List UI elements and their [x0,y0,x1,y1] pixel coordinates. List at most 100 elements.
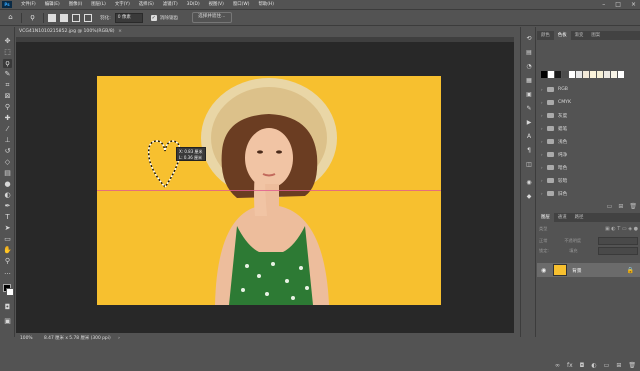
character-icon[interactable]: A [525,133,533,141]
subtract-selection-icon[interactable] [72,13,80,22]
menu-edit[interactable]: 编辑(E) [45,1,60,7]
background-color-swatch[interactable] [6,288,14,296]
select-and-mask-button[interactable]: 选择并遮住... [192,12,232,23]
paragraph-icon[interactable]: ¶ [525,147,533,155]
color-swatch[interactable] [611,71,617,78]
layer-kind-filter[interactable]: 类型 [539,226,547,232]
new-group-folder-icon[interactable]: ▭ [607,203,613,210]
menu-file[interactable]: 文件(F) [21,1,36,7]
layer-row-background[interactable]: ◉ 背景 🔒 [537,263,640,277]
tab-channels[interactable]: 通道 [554,213,571,222]
delete-layer-icon[interactable]: 🗑 [628,362,636,369]
home-icon[interactable]: ⌂ [6,13,15,22]
rectangle-tool-icon[interactable]: ▭ [3,235,12,244]
color-swatch[interactable] [541,71,547,78]
crop-tool-icon[interactable]: ⌗ [3,81,12,90]
swatch-group-light[interactable]: › 浅色 [541,137,636,146]
menu-window[interactable]: 窗口(W) [233,1,250,7]
actions-icon[interactable]: ▶ [525,119,533,127]
tab-swatches[interactable]: 色板 [553,31,571,40]
frame-tool-icon[interactable]: ⊠ [3,92,12,101]
blend-mode-select[interactable]: 正常 [539,238,547,244]
swatch-group-cmyk[interactable]: › CMYK [541,98,636,107]
tab-layers[interactable]: 图层 [537,213,554,222]
eyedropper-tool-icon[interactable]: ⚲ [3,103,12,112]
tab-paths[interactable]: 路径 [571,213,588,222]
color-swatch[interactable] [604,71,610,78]
menu-filter[interactable]: 滤镜(T) [163,1,178,7]
healing-brush-icon[interactable]: ✚ [3,114,12,123]
tab-gradients[interactable]: 渐变 [571,31,588,40]
swatch-group-grayscale[interactable]: › 灰度 [541,111,636,120]
history-brush-icon[interactable]: ↺ [3,147,12,156]
lasso-selection-path[interactable] [145,135,185,191]
quick-mask-icon[interactable]: ◘ [3,303,12,312]
color-swatch[interactable] [590,71,596,78]
zoom-tool-icon[interactable]: ⚲ [3,257,12,266]
menu-image[interactable]: 图像(I) [69,1,83,7]
swatch-group-pure[interactable]: › 纯净 [541,150,636,159]
fill-input[interactable] [598,247,638,255]
zoom-level[interactable]: 100% [20,336,33,341]
add-mask-icon[interactable]: ◘ [580,362,585,369]
brush-tool-icon[interactable]: ⁄ [3,125,12,134]
adjustment-layer-icon[interactable]: ◐ [591,362,596,369]
swatch-group-darker[interactable]: › 较暗 [541,176,636,185]
styles-icon[interactable]: ◆ [525,193,533,201]
clone-stamp-icon[interactable]: ⊥ [3,136,12,145]
color-swatch[interactable] [576,71,582,78]
new-group-icon[interactable]: ▭ [604,362,610,369]
add-selection-icon[interactable] [60,13,68,22]
blur-tool-icon[interactable]: ● [3,180,12,189]
libraries-icon[interactable]: ◉ [525,179,533,187]
color-swatch[interactable] [562,71,568,78]
eye-visibility-icon[interactable]: ◉ [541,267,549,274]
move-tool-icon[interactable]: ✥ [3,37,12,46]
intersect-selection-icon[interactable] [84,13,92,22]
feather-input[interactable]: 0 像素 [114,12,143,23]
new-layer-icon[interactable]: ⊞ [616,362,621,369]
swatch-group-dark[interactable]: › 暗色 [541,163,636,172]
layer-name[interactable]: 背景 [572,267,582,274]
color-swatch[interactable] [548,71,554,78]
opacity-input[interactable] [598,237,638,245]
pen-tool-icon[interactable]: ✒ [3,202,12,211]
tab-patterns[interactable]: 图案 [587,31,604,40]
menu-3d[interactable]: 3D(D) [187,2,200,7]
brush-settings-icon[interactable]: ▦ [525,77,533,85]
more-tools-icon[interactable]: ··· [3,270,12,279]
status-menu-arrow-icon[interactable]: › [118,336,120,341]
color-swatch[interactable] [583,71,589,78]
new-swatch-icon[interactable]: ⊞ [618,203,623,210]
history-icon[interactable]: ⟲ [525,35,533,43]
screen-mode-icon[interactable]: ▣ [3,317,12,326]
paths-icon[interactable]: ✎ [525,105,533,113]
lasso-tool-preset-icon[interactable]: ϙ [28,13,37,22]
swatch-group-pastel[interactable]: › 蜡笔 [541,124,636,133]
marquee-tool-icon[interactable]: ⬚ [3,48,12,57]
clone-source-icon[interactable]: ▣ [525,91,533,99]
antialias-checkbox[interactable]: ✓ [150,14,157,21]
eraser-tool-icon[interactable]: ◇ [3,158,12,167]
filter-icons[interactable]: ▣ ◐ T ▭ ◈ ● [605,226,638,232]
document-tab[interactable]: VCG41N1010215852.jpg @ 100%(RGB/8) × [16,27,125,36]
color-swatch[interactable] [618,71,624,78]
link-layers-icon[interactable]: ∞ [555,362,560,369]
path-select-icon[interactable]: ➤ [3,224,12,233]
dodge-tool-icon[interactable]: ◐ [3,191,12,200]
menu-type[interactable]: 文字(Y) [115,1,130,7]
close-document-icon[interactable]: × [118,27,122,36]
menu-view[interactable]: 视图(V) [209,1,224,7]
close-window-icon[interactable]: × [631,1,636,8]
gradient-tool-icon[interactable]: ▤ [3,169,12,178]
new-selection-icon[interactable] [48,13,56,22]
menu-select[interactable]: 选择(S) [139,1,154,7]
color-swatch[interactable] [569,71,575,78]
glyphs-icon[interactable]: ◫ [525,161,533,169]
adjustments-icon[interactable]: ◔ [525,63,533,71]
color-swatch[interactable] [597,71,603,78]
maximize-icon[interactable]: □ [615,1,621,8]
quick-select-tool-icon[interactable]: ✎ [3,70,12,79]
type-tool-icon[interactable]: T [3,213,12,222]
swatch-group-rgb[interactable]: › RGB [541,85,636,94]
